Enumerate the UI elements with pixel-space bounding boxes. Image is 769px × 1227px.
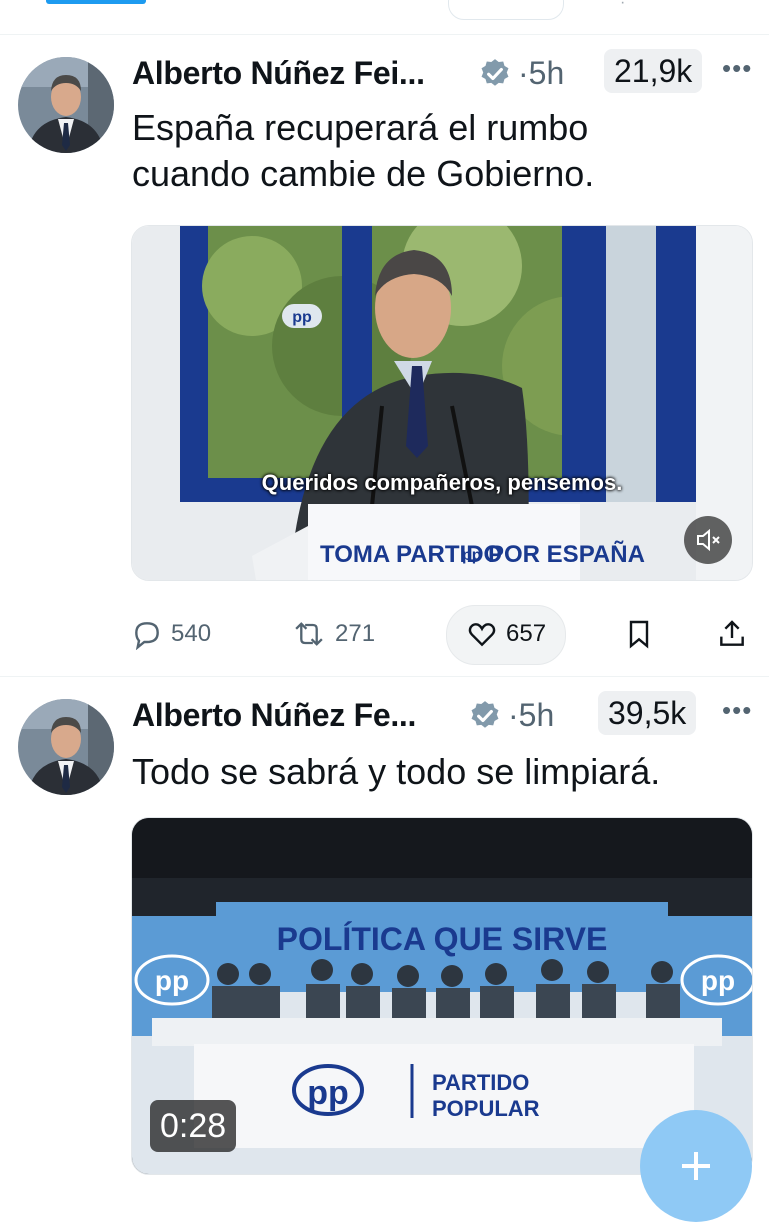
tweet-header: Alberto Núñez Fei... ·5h 21,9k ••• — [132, 49, 752, 95]
tweet-text-line: Todo se sabrá y todo se limpiará. — [132, 751, 661, 792]
tweet-time[interactable]: ·5h — [508, 697, 554, 734]
podium-text: POR ESPAÑA — [488, 540, 645, 568]
view-count[interactable]: 39,5k — [598, 691, 697, 735]
video-subtitle: Queridos compañeros, pensemos. — [261, 470, 623, 495]
avatar[interactable] — [18, 699, 114, 795]
tweet-text: España recuperará el rumbo cuando cambie… — [132, 105, 594, 197]
banner-text: POLÍTICA QUE SIRVE — [277, 921, 608, 957]
retweet-button[interactable]: 271 — [291, 605, 375, 663]
tweet-time[interactable]: ·5h — [518, 55, 564, 92]
bookmark-button[interactable] — [623, 605, 655, 663]
reply-button[interactable]: 540 — [131, 605, 211, 663]
plus-icon — [682, 1152, 710, 1180]
author-name[interactable]: Alberto Núñez Fe... — [132, 697, 416, 734]
heart-icon — [468, 623, 496, 647]
party-name: POPULAR — [432, 1096, 540, 1121]
mute-button[interactable] — [684, 516, 732, 564]
compose-button[interactable] — [640, 1110, 752, 1222]
tweet-text-line: cuando cambie de Gobierno. — [132, 153, 595, 194]
tweet-header: Alberto Núñez Fe... ·5h 39,5k ••• — [132, 691, 752, 737]
bookmark-icon — [629, 620, 649, 649]
speaker-muted-icon — [697, 528, 720, 552]
pp-logo: pp — [701, 965, 735, 996]
retweet-count: 271 — [335, 620, 376, 647]
video-player[interactable]: pp TOMA PARTIDO pp POR ESPAÑA Queridos c… — [131, 225, 753, 581]
retweet-icon — [295, 622, 323, 646]
pp-logo: pp — [155, 965, 189, 996]
more-icon[interactable]: ••• — [722, 695, 752, 726]
share-icon — [720, 620, 744, 646]
pp-logo: pp — [307, 1074, 349, 1112]
avatar[interactable] — [18, 57, 114, 153]
more-icon: · — [620, 0, 626, 11]
tweet-text-line: España recuperará el rumbo — [132, 107, 589, 148]
reply-icon — [135, 622, 159, 650]
like-button[interactable]: 657 — [466, 605, 546, 663]
party-name: PARTIDO — [432, 1070, 529, 1095]
share-button[interactable] — [716, 605, 748, 663]
tweet-text: Todo se sabrá y todo se limpiará. — [132, 749, 660, 795]
verified-badge-icon — [481, 59, 509, 86]
previous-tweet-pill[interactable] — [448, 0, 564, 20]
reply-count: 540 — [171, 620, 212, 647]
video-duration: 0:28 — [150, 1100, 237, 1152]
accent-bar — [46, 0, 146, 4]
verified-badge-icon — [471, 701, 499, 728]
video-frame: pp TOMA PARTIDO pp POR ESPAÑA — [132, 226, 752, 580]
tweet-actions: 540 271 657 — [131, 605, 751, 665]
author-name[interactable]: Alberto Núñez Fei... — [132, 55, 425, 92]
like-count: 657 — [506, 620, 547, 647]
previous-tweet-remnant: · — [0, 0, 769, 35]
pp-logo: pp — [292, 309, 312, 326]
tweet[interactable]: Alberto Núñez Fei... ·5h 21,9k ••• Españ… — [0, 35, 769, 677]
pp-logo: pp — [462, 547, 482, 564]
view-count[interactable]: 21,9k — [604, 49, 703, 93]
more-icon[interactable]: ••• — [722, 53, 752, 84]
